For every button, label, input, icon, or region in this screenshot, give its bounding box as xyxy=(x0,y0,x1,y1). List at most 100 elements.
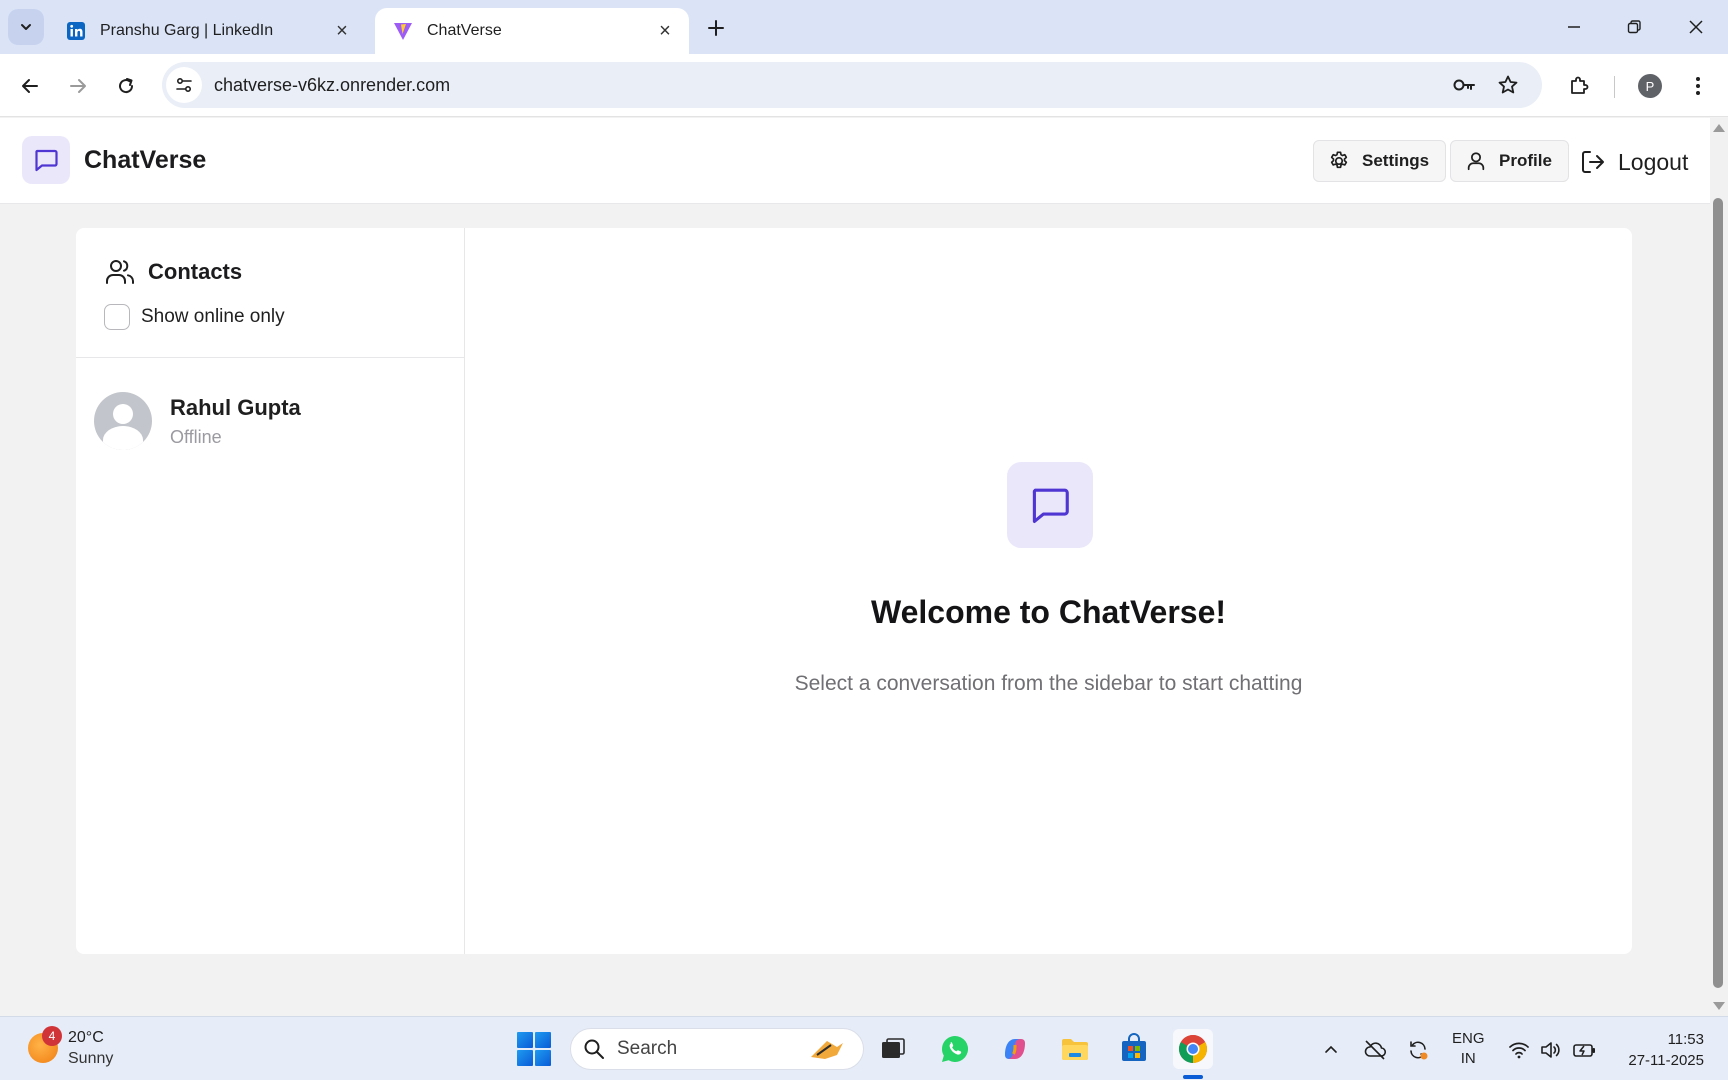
task-view-button[interactable] xyxy=(873,1029,913,1069)
address-bar[interactable]: chatverse-v6kz.onrender.com xyxy=(162,62,1542,108)
brand-name: ChatVerse xyxy=(84,146,207,174)
contacts-sidebar: Contacts Show online only Rahul Gupta Of… xyxy=(76,228,465,954)
vite-icon xyxy=(393,21,413,41)
browser-menu-button[interactable] xyxy=(1680,68,1716,104)
close-icon xyxy=(1689,20,1703,34)
copilot-app[interactable] xyxy=(995,1029,1035,1069)
show-hidden-icons[interactable] xyxy=(1318,1037,1344,1063)
taskbar-search-placeholder: Search xyxy=(617,1038,678,1059)
chrome-icon xyxy=(1179,1035,1207,1063)
input-language[interactable]: ENG IN xyxy=(1452,1029,1485,1069)
windows-logo-tile xyxy=(517,1032,533,1048)
site-info-button[interactable] xyxy=(166,67,202,103)
welcome-panel: Welcome to ChatVerse! Select a conversat… xyxy=(465,228,1632,954)
back-button[interactable] xyxy=(12,68,48,104)
system-clock[interactable]: 11:53 27-11-2025 xyxy=(1614,1029,1704,1071)
minimize-button[interactable] xyxy=(1544,8,1604,46)
welcome-subtitle: Select a conversation from the sidebar t… xyxy=(794,672,1303,695)
logout-button[interactable]: Logout xyxy=(1580,144,1688,180)
plus-icon xyxy=(708,20,724,36)
tab-linkedin[interactable]: Pranshu Garg | LinkedIn × xyxy=(48,8,366,54)
bookmark-button[interactable] xyxy=(1490,67,1526,103)
scroll-down-arrow[interactable] xyxy=(1713,1002,1725,1010)
search-highlight-icon xyxy=(811,1041,843,1059)
taskbar: 4 20°C Sunny Search ENG IN 11:53 27-11-2… xyxy=(0,1016,1728,1080)
tab-search-button[interactable] xyxy=(8,9,44,45)
profile-button[interactable]: Profile xyxy=(1450,140,1569,182)
battery-charging-icon xyxy=(1573,1044,1595,1057)
profile-avatar: P xyxy=(1638,74,1662,98)
profile-label: Profile xyxy=(1499,151,1552,170)
battery-status[interactable] xyxy=(1572,1037,1598,1063)
avatar xyxy=(94,392,152,450)
toolbar-divider xyxy=(1614,76,1615,98)
extensions-button[interactable] xyxy=(1561,68,1597,104)
settings-label: Settings xyxy=(1362,151,1430,170)
contacts-heading: Contacts xyxy=(104,256,242,288)
chevron-up-icon xyxy=(1325,1045,1337,1053)
weather-temperature[interactable]: 20°C xyxy=(68,1029,104,1047)
settings-button[interactable]: Settings xyxy=(1313,140,1447,182)
tab-title: ChatVerse xyxy=(427,22,502,39)
whatsapp-app[interactable] xyxy=(935,1029,975,1069)
close-tab-icon[interactable]: × xyxy=(655,20,675,42)
minimize-icon xyxy=(1568,26,1580,28)
new-tab-button[interactable] xyxy=(700,12,732,44)
taskbar-search[interactable]: Search xyxy=(570,1028,864,1070)
url-text[interactable]: chatverse-v6kz.onrender.com xyxy=(214,75,450,96)
logout-label: Logout xyxy=(1618,148,1689,175)
language-code: ENG xyxy=(1452,1030,1485,1047)
onedrive-status[interactable] xyxy=(1362,1037,1388,1063)
whatsapp-icon xyxy=(942,1036,969,1062)
close-window-button[interactable] xyxy=(1666,8,1726,46)
volume-status[interactable] xyxy=(1537,1037,1563,1063)
restore-button[interactable] xyxy=(1604,8,1664,46)
contact-item[interactable]: Rahul Gupta Offline xyxy=(94,386,446,456)
clock-time: 11:53 xyxy=(1667,1031,1704,1048)
password-key-button[interactable] xyxy=(1446,67,1482,103)
online-filter[interactable]: Show online only xyxy=(104,304,285,330)
chat-container: Contacts Show online only Rahul Gupta Of… xyxy=(76,228,1632,954)
tab-chatverse[interactable]: ChatVerse × xyxy=(375,8,689,54)
scrollbar-thumb[interactable] xyxy=(1713,198,1723,988)
region-code: IN xyxy=(1460,1050,1476,1067)
reload-button[interactable] xyxy=(108,68,144,104)
profile-button[interactable]: P xyxy=(1632,68,1668,104)
tab-title: Pranshu Garg | LinkedIn xyxy=(100,22,274,39)
folder-icon xyxy=(1062,1039,1088,1060)
restore-icon xyxy=(1627,20,1641,34)
clock-date: 27-11-2025 xyxy=(1628,1052,1704,1069)
star-icon xyxy=(1498,75,1518,94)
default-avatar-icon xyxy=(103,404,143,450)
windows-start-button[interactable] xyxy=(517,1032,551,1066)
user-icon xyxy=(1465,150,1487,172)
microsoft-store-app[interactable] xyxy=(1114,1029,1154,1069)
browser-tab-bar: Pranshu Garg | LinkedIn × ChatVerse × xyxy=(0,0,1728,54)
task-view-icon xyxy=(882,1038,905,1058)
search-icon xyxy=(583,1038,605,1060)
puzzle-icon xyxy=(1571,76,1589,94)
forward-button[interactable] xyxy=(60,68,96,104)
browser-toolbar: chatverse-v6kz.onrender.com P xyxy=(0,54,1728,117)
store-icon xyxy=(1122,1033,1146,1061)
app-header: ChatVerse Settings Profile Logout xyxy=(0,118,1710,204)
contacts-title: Contacts xyxy=(148,259,243,284)
windows-logo-tile xyxy=(535,1050,551,1066)
file-explorer-app[interactable] xyxy=(1055,1029,1095,1069)
close-tab-icon[interactable]: × xyxy=(332,20,352,42)
network-status[interactable] xyxy=(1506,1037,1532,1063)
chrome-app[interactable] xyxy=(1173,1029,1213,1069)
online-filter-label: Show online only xyxy=(141,306,285,327)
contact-name: Rahul Gupta xyxy=(170,394,301,420)
gear-icon xyxy=(1328,150,1350,172)
users-icon xyxy=(104,256,136,288)
weather-condition[interactable]: Sunny xyxy=(68,1050,113,1068)
contact-status: Offline xyxy=(170,426,222,447)
online-only-checkbox[interactable] xyxy=(104,304,130,330)
chat-bubble-icon xyxy=(1032,488,1069,523)
windows-logo-tile xyxy=(535,1032,551,1048)
scroll-up-arrow[interactable] xyxy=(1713,124,1725,132)
app-logo[interactable] xyxy=(22,136,70,184)
linkedin-icon xyxy=(66,21,86,41)
sync-status[interactable] xyxy=(1405,1037,1431,1063)
